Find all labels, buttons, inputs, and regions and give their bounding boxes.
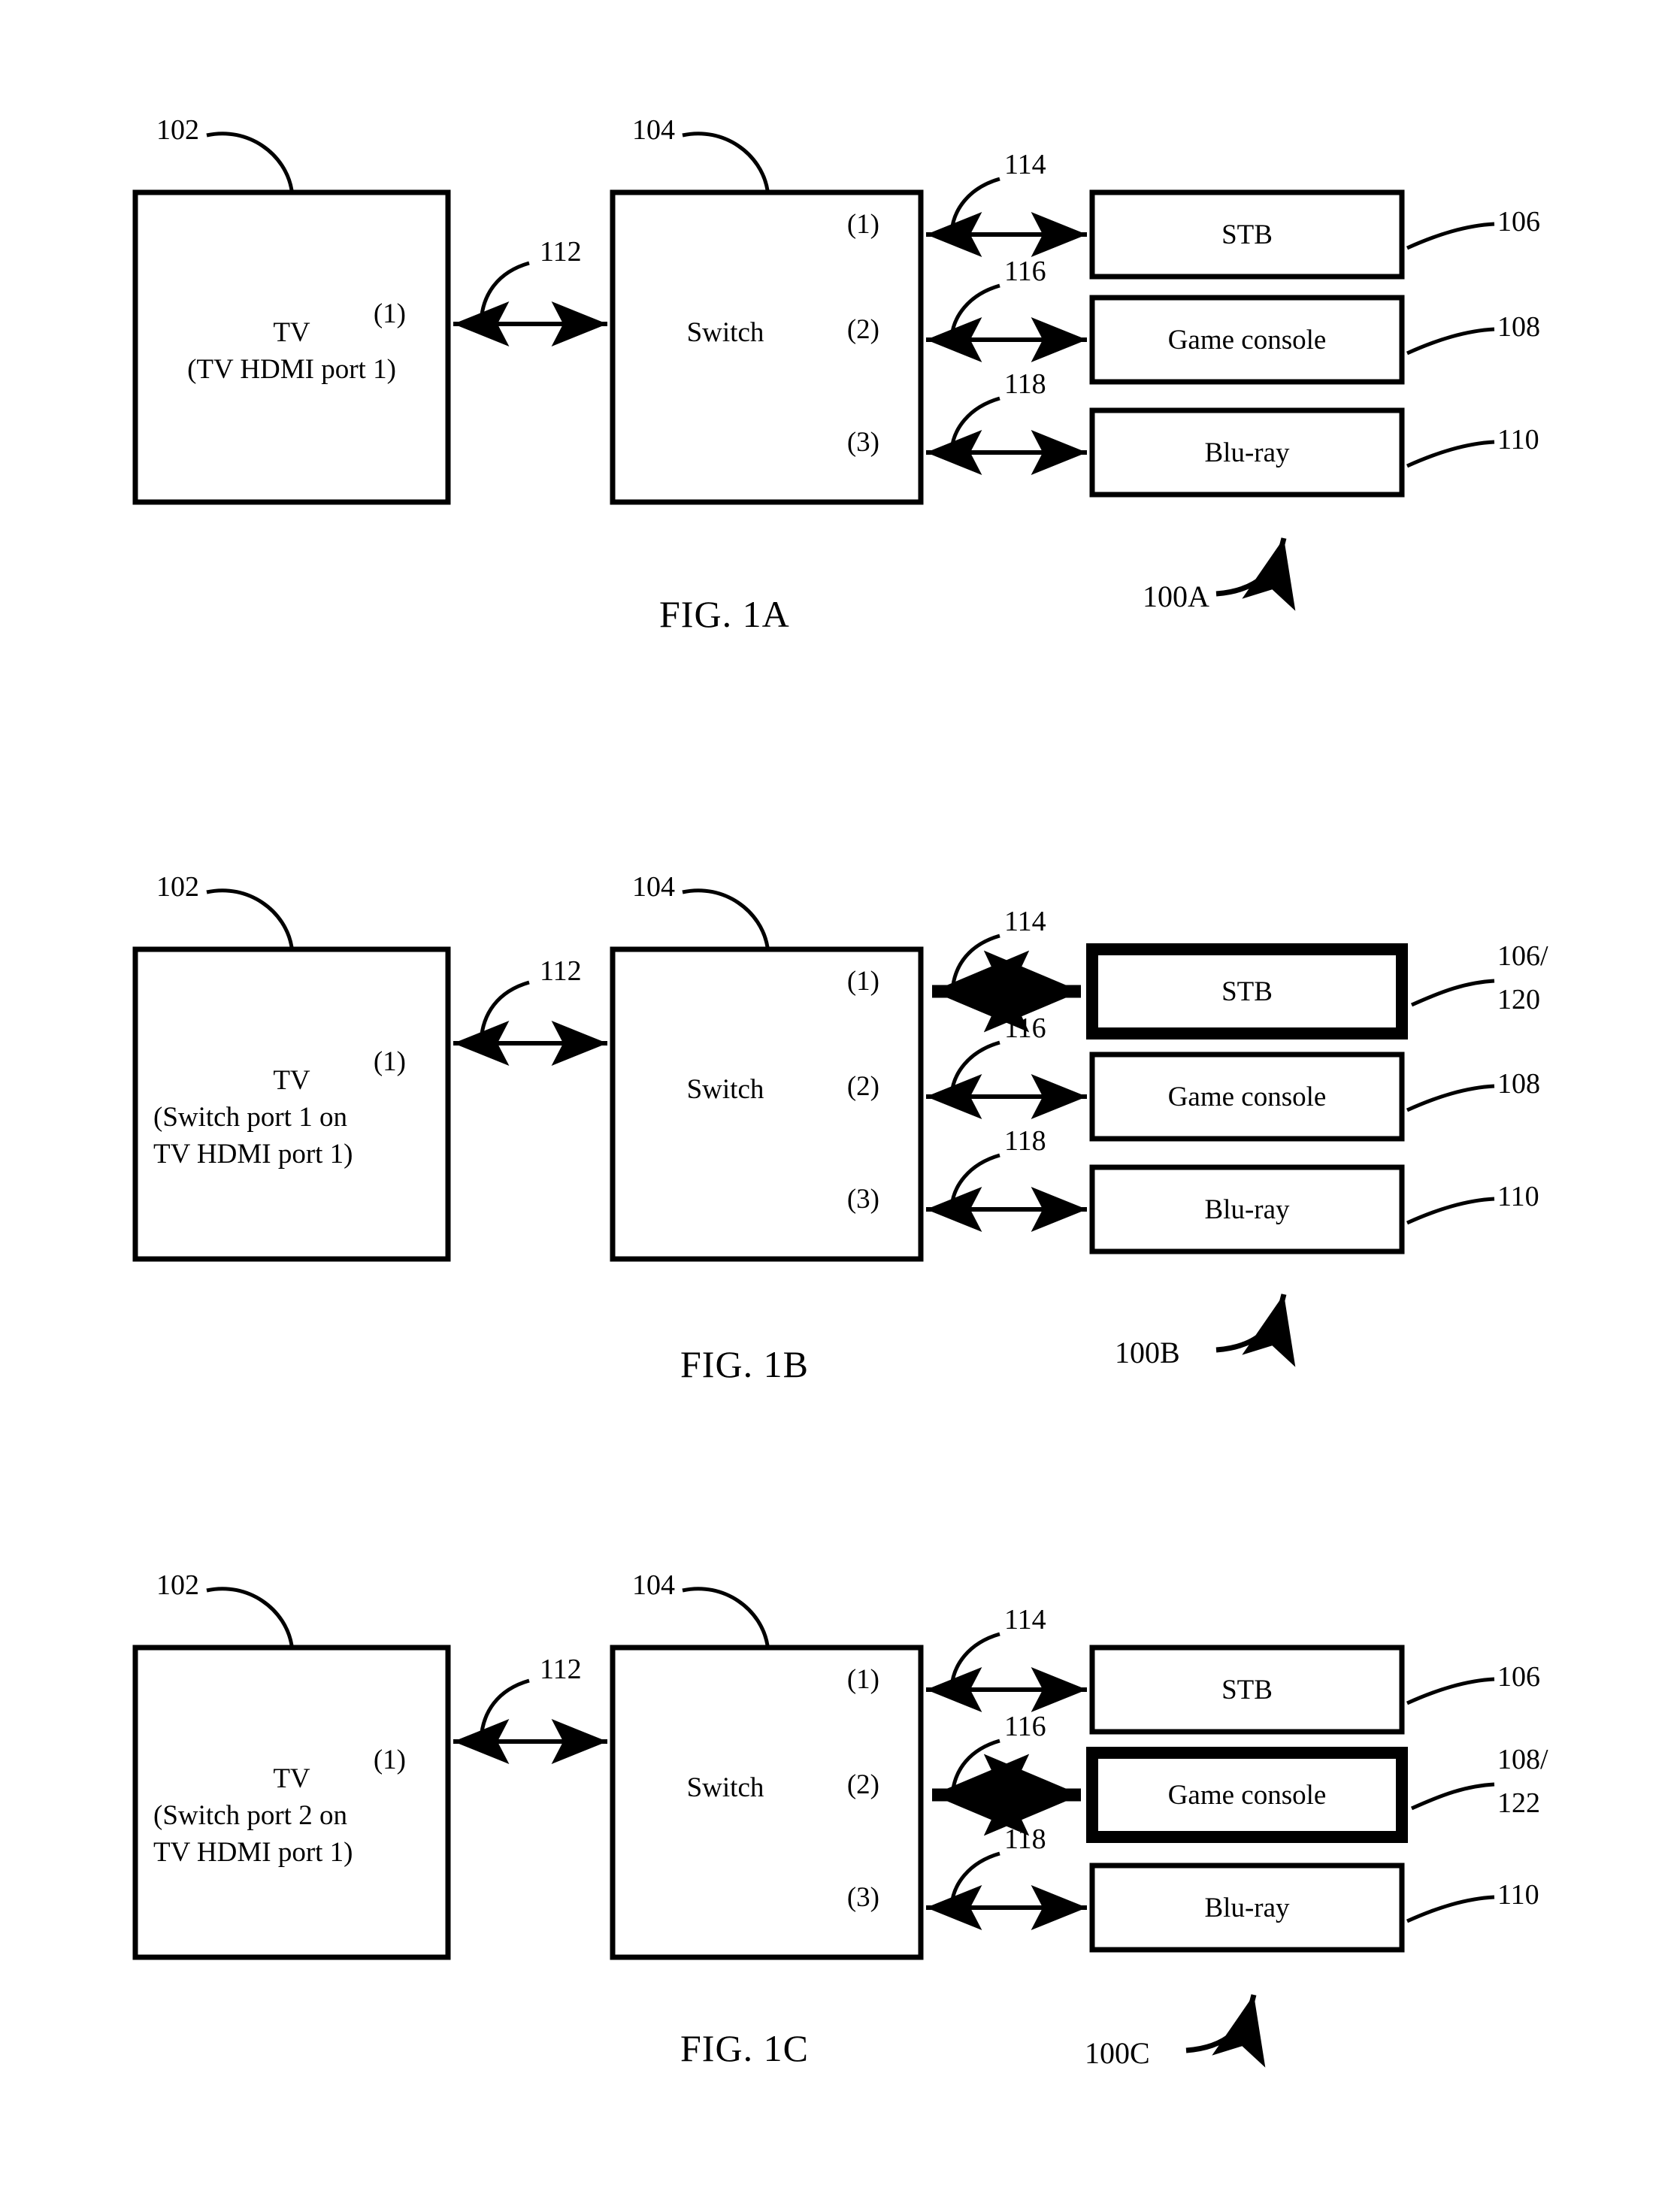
reference-numeral-116: 116 xyxy=(1004,1711,1046,1742)
reference-numeral-110: 110 xyxy=(1497,1879,1539,1911)
reference-numeral-106: 106 xyxy=(1497,206,1540,238)
figure-caption-1b: FIG. 1B xyxy=(680,1343,809,1385)
reference-numeral-104: 104 xyxy=(632,871,675,903)
reference-numeral-114: 114 xyxy=(1004,149,1046,180)
tv-hdmi-port-label: (1) xyxy=(373,298,406,329)
device-box-blu-ray-label: Blu-ray xyxy=(1204,1194,1290,1225)
device-box-game-console-label: Game console xyxy=(1167,1780,1327,1811)
tv-box-subtitle-line-2: TV HDMI port 1) xyxy=(153,1139,353,1170)
patent-drawing-sheet: 102 TV (TV HDMI port 1) (1) 104 112 Swit… xyxy=(0,0,1680,2197)
tv-box-subtitle: (TV HDMI port 1) xyxy=(187,354,396,385)
switch-port-2-label: (2) xyxy=(846,1071,879,1102)
device-box-stb-label: STB xyxy=(1221,219,1273,250)
reference-numeral-116: 116 xyxy=(1004,1012,1046,1044)
reference-numeral-106-top: 106/ xyxy=(1497,940,1548,972)
switch-port-3-label: (3) xyxy=(846,1882,879,1913)
figure-caption-1c: FIG. 1C xyxy=(680,2027,809,2069)
reference-numeral-108-top: 108/ xyxy=(1497,1744,1548,1775)
reference-numeral-114: 114 xyxy=(1004,1604,1046,1636)
device-box-blu-ray-label: Blu-ray xyxy=(1204,1893,1290,1923)
reference-numeral-102: 102 xyxy=(156,871,199,903)
tv-box-subtitle-line-1: (Switch port 1 on xyxy=(153,1102,347,1133)
switch-port-2-label: (2) xyxy=(846,1769,879,1800)
reference-numeral-108: 108 xyxy=(1497,311,1540,343)
system-reference-100a: 100A xyxy=(1143,580,1209,613)
tv-hdmi-port-label: (1) xyxy=(373,1046,406,1077)
switch-port-2-label: (2) xyxy=(846,314,879,345)
tv-box-subtitle-line-1: (Switch port 2 on xyxy=(153,1800,347,1831)
reference-numeral-118: 118 xyxy=(1004,1823,1046,1855)
switch-port-1-label: (1) xyxy=(846,966,879,997)
reference-numeral-114: 114 xyxy=(1004,906,1046,937)
switch-port-3-label: (3) xyxy=(846,1184,879,1215)
device-box-game-console-label: Game console xyxy=(1167,325,1327,356)
reference-numeral-118: 118 xyxy=(1004,1125,1046,1157)
reference-numeral-108: 108 xyxy=(1497,1068,1540,1100)
reference-numeral-110: 110 xyxy=(1497,424,1539,455)
reference-numeral-116: 116 xyxy=(1004,256,1046,287)
system-reference-100b: 100B xyxy=(1115,1336,1180,1369)
figure-caption-1a: FIG. 1A xyxy=(659,593,790,635)
reference-numeral-104: 104 xyxy=(632,1569,675,1601)
reference-numeral-104: 104 xyxy=(632,114,675,146)
switch-port-1-label: (1) xyxy=(846,1664,879,1695)
switch-port-1-label: (1) xyxy=(846,209,879,240)
system-reference-100c: 100C xyxy=(1085,2036,1150,2070)
reference-numeral-102: 102 xyxy=(156,114,199,146)
reference-numeral-106: 106 xyxy=(1497,1661,1540,1693)
device-box-game-console-label: Game console xyxy=(1167,1082,1327,1112)
reference-numeral-122-bottom: 122 xyxy=(1497,1787,1540,1819)
tv-hdmi-port-label: (1) xyxy=(373,1745,406,1775)
reference-numeral-112: 112 xyxy=(540,236,582,268)
reference-numeral-118: 118 xyxy=(1004,368,1046,400)
reference-numeral-110: 110 xyxy=(1497,1181,1539,1212)
reference-numeral-102: 102 xyxy=(156,1569,199,1601)
device-box-stb-label: STB xyxy=(1221,976,1273,1007)
reference-numeral-112: 112 xyxy=(540,955,582,987)
reference-numeral-112: 112 xyxy=(540,1654,582,1685)
device-box-blu-ray-label: Blu-ray xyxy=(1204,437,1290,468)
switch-port-3-label: (3) xyxy=(846,427,879,458)
device-box-stb-label: STB xyxy=(1221,1675,1273,1705)
reference-numeral-120-bottom: 120 xyxy=(1497,984,1540,1015)
tv-box-subtitle-line-2: TV HDMI port 1) xyxy=(153,1837,353,1868)
